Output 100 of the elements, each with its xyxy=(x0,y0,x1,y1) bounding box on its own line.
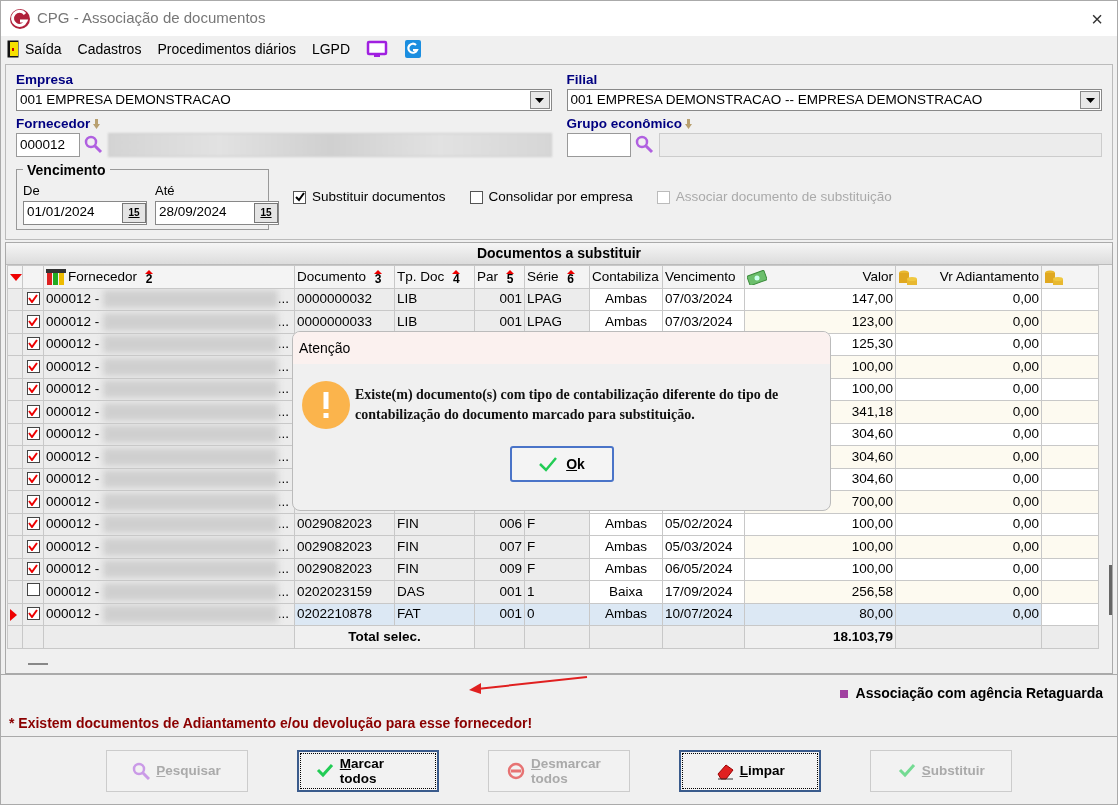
ellipsis-button[interactable]: ... xyxy=(277,424,289,445)
grid-title: Documentos a substituir xyxy=(6,243,1112,265)
caret-icon xyxy=(374,269,383,274)
code-field[interactable] xyxy=(566,133,631,157)
ellipsis-button[interactable]: ... xyxy=(277,581,289,602)
checkbox[interactable] xyxy=(26,517,40,531)
table-cell-text: 000012 - xyxy=(46,380,100,399)
ellipsis-button[interactable]: ... xyxy=(277,356,289,377)
table-cell: 0,00 xyxy=(1012,403,1039,419)
search-icon xyxy=(132,761,151,780)
ellipsis-button[interactable]: ... xyxy=(277,289,289,310)
checkbox[interactable] xyxy=(293,190,306,204)
check-icon xyxy=(28,316,38,326)
check-icon xyxy=(28,361,38,371)
ellipsis-button[interactable]: ... xyxy=(277,514,289,535)
table-cell: 100,00 xyxy=(851,538,893,554)
ok-button[interactable]: Ok xyxy=(509,446,614,482)
checkbox[interactable] xyxy=(26,449,40,463)
ellipsis-button[interactable]: ... xyxy=(277,446,289,467)
ellipsis-button[interactable]: ... xyxy=(277,536,289,557)
ellipsis-button[interactable]: ... xyxy=(277,334,289,355)
field-label: Fornecedor xyxy=(16,115,91,133)
menu-item[interactable]: Saída xyxy=(25,38,62,60)
action-button[interactable]: Marcar todos xyxy=(296,749,439,792)
field-label: Filial xyxy=(566,71,598,89)
table-cell: 0,00 xyxy=(1012,448,1039,464)
action-button[interactable]: Limpar xyxy=(679,749,822,792)
check-icon xyxy=(28,339,38,349)
checkbox[interactable] xyxy=(26,494,40,508)
menu-item[interactable]: Procedimentos diários xyxy=(157,38,296,60)
ellipsis-button[interactable]: ... xyxy=(277,491,289,512)
column-header[interactable]: Tp. Doc xyxy=(397,266,445,287)
checkbox[interactable] xyxy=(26,382,40,396)
checkbox[interactable] xyxy=(26,427,40,441)
search-icon[interactable] xyxy=(634,135,655,155)
column-header[interactable]: Documento xyxy=(297,266,367,287)
table-cell: 0000000033 xyxy=(297,313,373,329)
no-entry-icon xyxy=(506,761,525,780)
checkbox[interactable] xyxy=(26,472,40,486)
close-button[interactable]: × xyxy=(1085,2,1109,35)
checkbox-label: Associar documento de substituição xyxy=(675,188,892,207)
table-cell: 100,00 xyxy=(851,561,893,577)
check-icon xyxy=(538,456,559,472)
code-field[interactable]: 000012 xyxy=(16,133,80,157)
table-cell: F xyxy=(527,516,536,532)
table-cell: LPAG xyxy=(527,313,562,329)
column-header[interactable]: Valor xyxy=(862,266,893,287)
table-cell-text: 000012 - xyxy=(46,537,100,556)
bar-chart-icon xyxy=(46,268,66,285)
table-cell: 07/03/2024 xyxy=(665,313,733,329)
calendar-button[interactable]: 15 xyxy=(122,202,146,223)
column-header[interactable]: Fornecedor xyxy=(68,266,138,287)
column-header[interactable]: Série xyxy=(527,266,559,287)
logo-icon xyxy=(9,7,31,30)
checkbox[interactable] xyxy=(26,314,40,328)
ellipsis-button[interactable]: ... xyxy=(277,401,289,422)
table-cell: LIB xyxy=(397,291,418,307)
check-icon xyxy=(28,541,38,551)
checkbox[interactable] xyxy=(26,337,40,351)
app-logo-icon[interactable] xyxy=(404,39,423,59)
checkbox[interactable] xyxy=(26,539,40,553)
ellipsis-button[interactable]: ... xyxy=(277,379,289,400)
ellipsis-button[interactable]: ... xyxy=(277,604,289,625)
dropdown-field[interactable]: 001 EMPRESA DEMONSTRACAO xyxy=(16,89,552,111)
ellipsis-button[interactable]: ... xyxy=(277,559,289,580)
field-label: Até xyxy=(155,182,176,200)
table-cell: Ambas xyxy=(605,561,647,577)
ellipsis-button[interactable]: ... xyxy=(277,469,289,490)
scroll-handle[interactable] xyxy=(28,662,48,665)
field-label: De xyxy=(23,182,41,200)
checkbox[interactable] xyxy=(26,359,40,373)
table-cell: 1 xyxy=(527,583,535,599)
table-cell-text: 000012 - xyxy=(46,335,100,354)
monitor-icon[interactable] xyxy=(366,40,389,58)
table-cell: 256,58 xyxy=(851,583,893,599)
table-cell: 0,00 xyxy=(1012,426,1039,442)
table-cell-text: 000012 - xyxy=(46,447,100,466)
menu-item[interactable]: Cadastros xyxy=(77,38,142,60)
checkbox[interactable] xyxy=(26,562,40,576)
table-cell-text: 000012 - xyxy=(46,290,100,309)
dropdown-field[interactable]: 001 EMPRESA DEMONSTRACAO -- EMPRESA DEMONSTRACAO xyxy=(566,89,1102,111)
table-cell: 17/09/2024 xyxy=(665,583,733,599)
search-icon[interactable] xyxy=(84,135,104,155)
checkbox[interactable] xyxy=(469,190,483,204)
checkbox[interactable] xyxy=(26,582,40,596)
table-cell-text: 000012 - xyxy=(46,515,100,534)
calendar-button[interactable]: 15 xyxy=(254,202,278,223)
column-header[interactable]: Par xyxy=(477,266,498,287)
table-cell: 0,00 xyxy=(1012,493,1039,509)
menu-item[interactable]: LGPD xyxy=(311,38,351,60)
checkbox[interactable] xyxy=(26,292,40,306)
date-field[interactable]: 01/01/2024 15 xyxy=(23,200,147,225)
sort-indicator: 6 xyxy=(566,269,575,284)
date-field[interactable]: 28/09/2024 15 xyxy=(155,200,279,225)
ellipsis-button[interactable]: ... xyxy=(277,311,289,332)
check-icon xyxy=(28,519,38,529)
table-cell-text: 000012 - xyxy=(46,402,100,421)
checkbox[interactable] xyxy=(26,404,40,418)
checkbox[interactable] xyxy=(26,607,40,621)
scrollbar[interactable] xyxy=(1109,565,1112,615)
